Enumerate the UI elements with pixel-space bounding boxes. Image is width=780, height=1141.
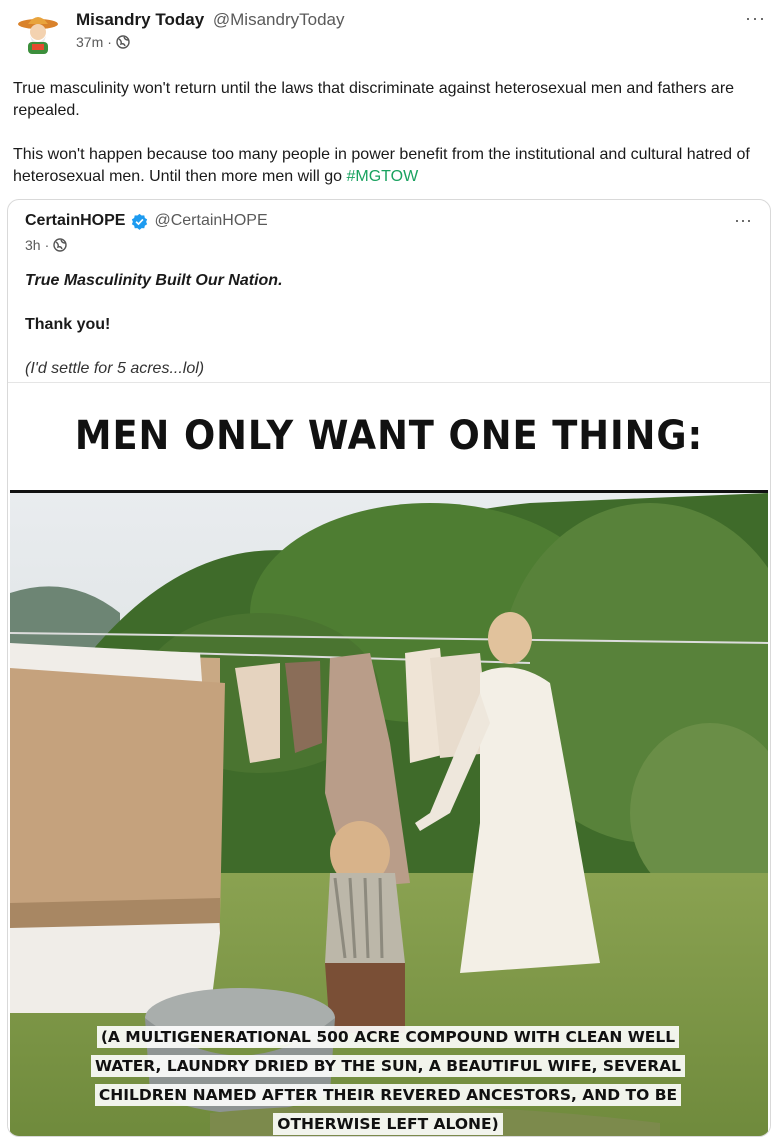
quoted-line-2: Thank you! [25,316,111,333]
meta-separator: · [44,237,50,253]
quoted-more-options-button[interactable]: ··· [734,210,752,231]
avatar[interactable] [14,10,62,58]
quoted-time[interactable]: 3h [25,237,41,253]
meme-caption-text: (A MULTIGENERATIONAL 500 ACRE COMPOUND W… [90,1026,686,1135]
verified-badge-icon [132,213,148,230]
post-meta: 37m · [76,34,130,50]
post: Misandry Today @MisandryToday 37m · ··· … [0,0,780,1141]
quoted-author-name[interactable]: CertainHOPE [25,212,125,230]
meme-image[interactable]: MEN ONLY WANT ONE THING: (A MULTIGENERAT… [8,382,770,1136]
meta-separator: · [107,34,112,50]
quoted-line-1: True Masculinity Built Our Nation. [25,272,283,289]
post-paragraph-2: This won't happen because too many peopl… [13,144,763,188]
quoted-author[interactable]: CertainHOPE @CertainHOPE [25,212,268,230]
quoted-author-handle[interactable]: @CertainHOPE [154,212,267,230]
globe-icon [53,238,67,252]
author-handle[interactable]: @MisandryToday [213,10,345,29]
author[interactable]: Misandry Today @MisandryToday [76,10,344,30]
quoted-meta: 3h · [25,237,67,253]
quoted-body: True Masculinity Built Our Nation. Thank… [25,270,745,380]
post-body: True masculinity won't return until the … [13,78,763,210]
author-name[interactable]: Misandry Today [76,10,204,29]
avatar-image [14,10,62,58]
quoted-line-3: (I'd settle for 5 acres...lol) [25,360,205,377]
meme-caption: (A MULTIGENERATIONAL 500 ACRE COMPOUND W… [88,1023,688,1136]
hashtag-link[interactable]: #MGTOW [347,168,419,185]
globe-icon [116,35,130,49]
post-paragraph-1: True masculinity won't return until the … [13,80,735,119]
quoted-post[interactable]: CertainHOPE @CertainHOPE 3h · ··· True M… [7,199,771,1137]
more-options-button[interactable]: ··· [745,8,766,29]
post-time[interactable]: 37m [76,34,103,50]
meme-title: MEN ONLY WANT ONE THING: [74,413,704,459]
